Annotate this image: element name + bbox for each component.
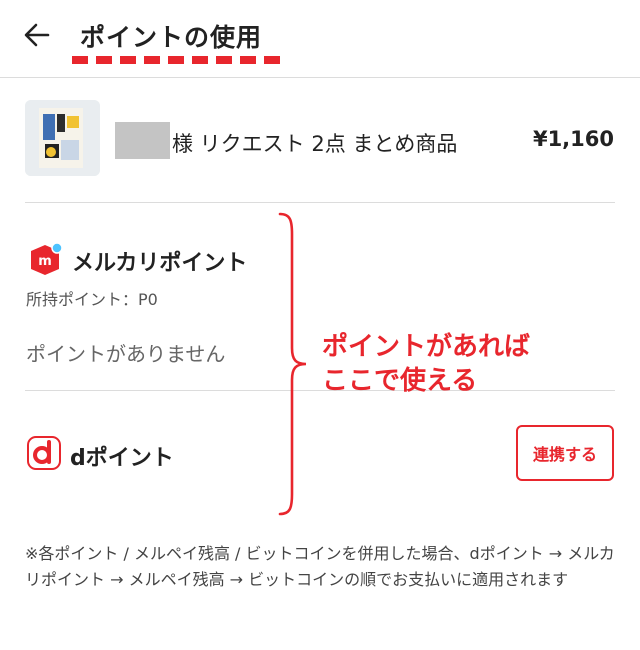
held-points-label: 所持ポイント：P0 bbox=[26, 290, 158, 309]
item-name: 様 リクエスト 2点 まとめ商品 bbox=[172, 132, 458, 156]
annotation-text: ポイントがあれば ここで使える bbox=[322, 330, 530, 398]
annotation-brace bbox=[278, 212, 308, 516]
mercari-logo-icon: m bbox=[27, 241, 63, 277]
item-price: ¥1,160 bbox=[532, 127, 614, 151]
payment-order-note: ※各ポイント / メルペイ残高 / ビットコインを併用した場合、dポイント → … bbox=[25, 544, 615, 589]
header-divider bbox=[0, 77, 640, 78]
product-thumbnail bbox=[25, 100, 100, 176]
redacted-username bbox=[115, 122, 170, 159]
back-button[interactable] bbox=[22, 20, 52, 50]
title-highlight-underline bbox=[72, 56, 280, 64]
annotation-line-2: ここで使える bbox=[322, 366, 478, 396]
d-point-title: dポイント bbox=[70, 446, 174, 471]
svg-text:m: m bbox=[38, 254, 52, 269]
item-divider bbox=[25, 202, 615, 203]
no-points-message: ポイントがありません bbox=[26, 342, 226, 366]
annotation-line-1: ポイントがあれば bbox=[322, 332, 531, 362]
page-title: ポイントの使用 bbox=[80, 23, 263, 52]
arrow-left-icon bbox=[24, 23, 50, 47]
mercari-point-title: メルカリポイント bbox=[72, 251, 248, 276]
d-point-logo-icon bbox=[27, 436, 61, 470]
link-account-button[interactable]: 連携する bbox=[516, 425, 614, 481]
